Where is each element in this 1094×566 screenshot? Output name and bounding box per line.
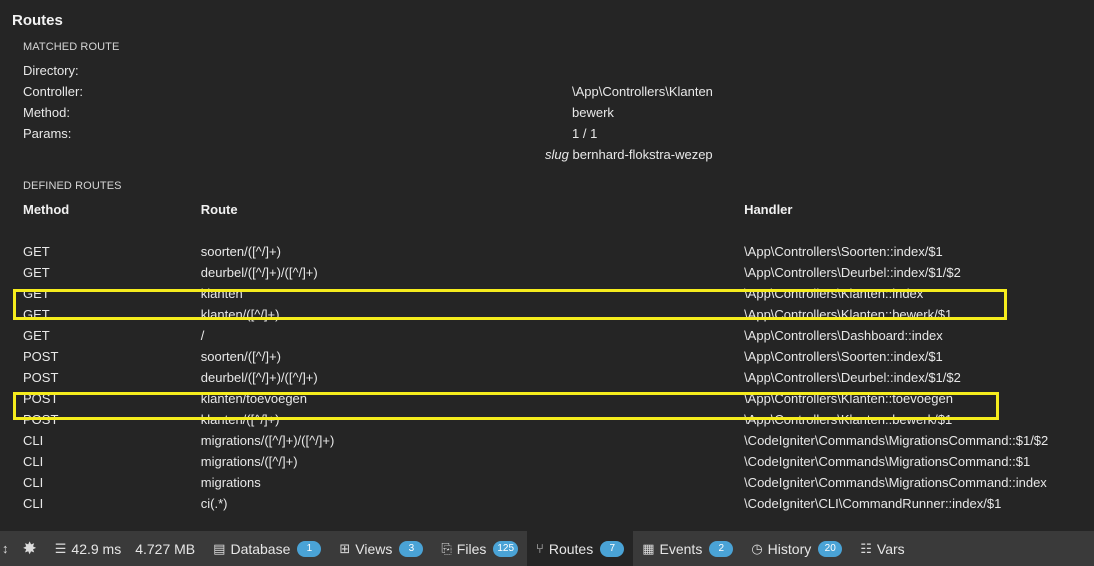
debug-toolbar: ↕ ✸ ☰ 42.9 ms 4.727 MB ▤ Database 1 ⊞ Vi…	[0, 531, 1094, 566]
tab-routes[interactable]: ⑂ Routes 7	[527, 531, 634, 566]
controller-value: \App\Controllers\Klanten	[572, 84, 713, 99]
routes-table: Method Route Handler GET soorten/([^/]+) \…	[23, 199, 1094, 514]
directory-key: Directory:	[23, 63, 79, 78]
route-handler: \App\Controllers\Deurbel::index/$1/$2	[744, 265, 961, 280]
count-badge: 20	[818, 540, 843, 557]
route-method: CLI	[23, 433, 44, 448]
count-badge: 2	[709, 540, 734, 557]
execution-time: 42.9 ms	[71, 540, 122, 557]
param-value: bernhard-flokstra-wezep	[572, 147, 713, 162]
column-method: Method	[23, 202, 70, 217]
param-entry: slug bernhard-flokstra-wezep	[545, 147, 713, 162]
tab-database[interactable]: ▤ Database 1	[204, 531, 330, 566]
route-pattern: deurbel/([^/]+)/([^/]+)	[200, 265, 318, 280]
route-pattern: migrations	[200, 475, 261, 490]
route-method: CLI	[23, 496, 44, 511]
memory-usage: 4.727 MB	[135, 540, 196, 557]
table-row: CLI ci(.*) \CodeIgniter\CLI\CommandRunner:…	[23, 493, 1094, 514]
route-method: CLI	[23, 475, 44, 490]
tab-events[interactable]: ▦ Events 2	[633, 531, 742, 566]
views-icon: ⊞	[339, 540, 351, 556]
tab-vars[interactable]: ☷ Vars	[851, 531, 913, 566]
column-handler: Handler	[744, 202, 793, 217]
route-pattern: migrations/([^/]+)/([^/]+)	[200, 433, 335, 448]
route-handler: \App\Controllers\Dashboard::index	[744, 328, 943, 343]
table-row	[23, 220, 1094, 241]
route-handler: \CodeIgniter\Commands\MigrationsCommand:…	[744, 454, 1031, 469]
table-row: POST soorten/([^/]+) \App\Controllers\Soor…	[23, 346, 1094, 367]
route-handler: \App\Controllers\Soorten::index/$1	[744, 244, 943, 259]
route-pattern: soorten/([^/]+)	[200, 244, 281, 259]
tab-label: Routes	[548, 540, 594, 557]
highlight-box-post-route	[13, 392, 999, 420]
count-badge: 3	[399, 540, 424, 557]
column-route: Route	[200, 202, 238, 217]
tab-label: Files	[456, 540, 487, 557]
defined-routes-label: DEFINED ROUTES	[23, 180, 122, 192]
tab-views[interactable]: ⊞ Views 3	[330, 531, 432, 566]
table-row: GET / \App\Controllers\Dashboard::index	[23, 325, 1094, 346]
table-row: GET deurbel/([^/]+)/([^/]+) \App\Controlle…	[23, 262, 1094, 283]
history-icon: ◷	[751, 540, 763, 556]
route-pattern: soorten/([^/]+)	[200, 349, 281, 364]
routes-table-header: Method Route Handler	[23, 199, 1094, 220]
route-method: POST	[23, 349, 59, 364]
route-method: GET	[23, 265, 50, 280]
params-value: 1 / 1	[572, 126, 598, 141]
flame-logo-icon: ✸	[22, 538, 37, 558]
method-value: bewerk	[572, 105, 614, 120]
table-row: GET soorten/([^/]+) \App\Controllers\Soort…	[23, 241, 1094, 262]
route-handler: \App\Controllers\Deurbel::index/$1/$2	[744, 370, 961, 385]
tab-label: Events	[659, 540, 703, 557]
table-row: CLI migrations \CodeIgniter\Commands\Migra…	[23, 472, 1094, 493]
timeline-icon: ☰	[54, 540, 67, 556]
count-badge: 7	[600, 540, 625, 557]
route-method: POST	[23, 370, 59, 385]
tab-label: History	[767, 540, 812, 557]
list-icon: ☷	[860, 540, 872, 556]
count-badge: 1	[297, 540, 322, 557]
route-handler: \CodeIgniter\CLI\CommandRunner::index/$1	[744, 496, 1002, 511]
panel-title: Routes	[12, 12, 63, 29]
files-icon: ⎘	[441, 540, 452, 556]
calendar-icon: ▦	[642, 540, 655, 556]
route-handler: \CodeIgniter\Commands\MigrationsCommand:…	[744, 433, 1049, 448]
param-name: slug	[545, 147, 569, 162]
tab-history[interactable]: ◷ History 20	[742, 531, 851, 566]
route-pattern: /	[200, 328, 205, 343]
tab-label: Views	[355, 540, 393, 557]
method-key: Method:	[23, 105, 70, 120]
route-pattern: ci(.*)	[200, 496, 228, 511]
matched-route-label: MATCHED ROUTE	[23, 41, 120, 53]
database-icon: ▤	[213, 540, 226, 556]
vertical-arrows-icon: ↕	[2, 541, 9, 556]
tab-files[interactable]: ⎘ Files 125	[432, 531, 527, 566]
timeline-button[interactable]: ☰ 42.9 ms 4.727 MB	[46, 531, 204, 566]
tab-label: Vars	[876, 540, 905, 557]
table-row: CLI migrations/([^/]+)/([^/]+) \CodeIgnite…	[23, 430, 1094, 451]
controller-key: Controller:	[23, 84, 83, 99]
highlight-box-get-route	[13, 289, 1007, 320]
routes-panel: Routes MATCHED ROUTE Directory: Controll…	[0, 0, 1094, 531]
route-method: GET	[23, 328, 50, 343]
route-pattern: deurbel/([^/]+)/([^/]+)	[200, 370, 318, 385]
route-handler: \CodeIgniter\Commands\MigrationsCommand:…	[744, 475, 1047, 490]
route-pattern: migrations/([^/]+)	[200, 454, 298, 469]
tab-label: Database	[230, 540, 291, 557]
count-badge: 125	[493, 540, 519, 557]
table-row: POST deurbel/([^/]+)/([^/]+) \App\Controll…	[23, 367, 1094, 388]
routes-icon: ⑂	[536, 541, 544, 556]
table-row: CLI migrations/([^/]+) \CodeIgniter\Comman…	[23, 451, 1094, 472]
route-method: GET	[23, 244, 50, 259]
params-key: Params:	[23, 126, 72, 141]
resize-handle[interactable]: ↕	[0, 531, 13, 566]
route-method: CLI	[23, 454, 44, 469]
codeigniter-logo-button[interactable]: ✸	[13, 531, 46, 566]
route-handler: \App\Controllers\Soorten::index/$1	[744, 349, 943, 364]
